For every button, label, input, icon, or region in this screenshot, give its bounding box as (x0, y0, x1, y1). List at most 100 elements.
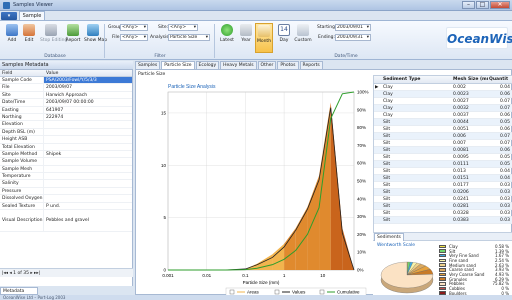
tab-reports[interactable]: Reports (299, 61, 323, 69)
table-row[interactable]: Silt 0.007 0.07 (374, 140, 512, 147)
maximize-button[interactable]: □ (476, 1, 489, 9)
metadata-value[interactable]: Harwich Approach (44, 92, 132, 98)
metadata-row[interactable]: Salinity (0, 180, 132, 188)
group-filter-select[interactable]: <Any> (120, 24, 148, 31)
metadata-row[interactable]: Site Harwich Approach (0, 91, 132, 100)
metadata-value[interactable] (44, 144, 132, 150)
metadata-value[interactable] (44, 188, 132, 194)
tab-samples[interactable]: Samples (135, 61, 161, 69)
value-column-header: Value (46, 71, 59, 76)
metadata-value[interactable]: P und. (44, 203, 132, 209)
metadata-value[interactable]: PSA/2003/Fowl/Y/5/3/3 (44, 77, 132, 84)
table-row[interactable]: Silt 0.013 0.04 (374, 168, 512, 175)
table-row[interactable]: Silt 0.0151 0.04 (374, 175, 512, 182)
table-row[interactable]: Silt 0.0081 0.06 (374, 147, 512, 154)
sediment-type-cell: Clay (383, 106, 393, 111)
day-button[interactable]: 14 Day (275, 24, 293, 43)
legend-swatch (439, 258, 446, 263)
metadata-row[interactable]: Depth BSL (m) (0, 128, 132, 137)
table-row[interactable]: Silt 0.0206 0.03 (374, 189, 512, 196)
legend-checkbox[interactable] (319, 289, 325, 295)
show-map-button[interactable]: Show Map (84, 24, 107, 43)
table-row[interactable]: Clay 0.0027 0.07 (374, 98, 512, 105)
table-row[interactable]: Silt 0.0095 0.05 (374, 154, 512, 161)
metadata-row[interactable]: Sealed Texture P und. (0, 202, 132, 211)
metadata-row[interactable]: Height ASB (0, 136, 132, 144)
legend-checkbox[interactable] (274, 289, 280, 295)
table-row[interactable]: ▶ Clay 0.002 0.04 (374, 84, 512, 91)
mesh-size-cell: 0.0037 (453, 113, 469, 118)
metadata-value[interactable] (44, 166, 132, 172)
table-row[interactable]: Clay 0.0032 0.07 (374, 105, 512, 112)
metadata-value[interactable] (44, 158, 132, 164)
minimize-button[interactable]: – (462, 1, 475, 9)
metadata-value[interactable]: Shipek (44, 151, 132, 157)
metadata-value[interactable]: Pebbles and gravel (44, 210, 132, 231)
metadata-value[interactable] (44, 195, 132, 201)
metadata-row[interactable]: Sample Method Shipek (0, 150, 132, 159)
metadata-row[interactable]: Elevation (0, 121, 132, 129)
table-row[interactable]: Clay 0.0023 0.06 (374, 91, 512, 98)
mesh-size-cell: 0.0051 (453, 127, 469, 132)
metadata-row[interactable]: Date/Time 2003/09/07 00:00:00 (0, 99, 132, 107)
table-row[interactable]: Silt 0.0044 0.05 (374, 119, 512, 126)
latest-button[interactable]: Latest (218, 24, 236, 43)
table-row[interactable]: Silt 0.0051 0.06 (374, 126, 512, 133)
x-tick-label: 0.01 (202, 273, 211, 278)
sediment-type-cell: Silt (383, 204, 391, 209)
file-filter-select[interactable]: <Any> (120, 34, 148, 41)
metadata-row[interactable]: Dissolved Oxygen (0, 195, 132, 203)
add-button[interactable]: Add (3, 24, 21, 43)
report-button[interactable]: Report (64, 24, 82, 43)
edit-button[interactable]: Edit (20, 24, 38, 43)
metadata-value[interactable] (44, 173, 132, 179)
tab-particle-size[interactable]: Particle Size (161, 61, 195, 69)
metadata-row[interactable]: File 2003/09/07 (0, 84, 132, 92)
table-row[interactable]: Clay 0.0037 0.06 (374, 112, 512, 119)
close-button[interactable]: ✕ (490, 1, 510, 9)
metadata-value[interactable]: 2003/09/07 (44, 84, 132, 90)
metadata-value[interactable] (44, 121, 132, 127)
file-menu-button[interactable]: ▾ (1, 12, 17, 20)
month-button[interactable]: Month (255, 23, 273, 53)
stop-editing-button[interactable]: Stop Editing (40, 24, 67, 43)
legend-checkbox[interactable] (229, 289, 235, 295)
metadata-row[interactable]: Visual Description Pebbles and gravel (0, 210, 132, 233)
metadata-row[interactable]: Sample Volume (0, 158, 132, 166)
tab-ecology[interactable]: Ecology (195, 61, 220, 69)
tab-metadata[interactable]: Metadata (0, 287, 38, 295)
record-navigator[interactable]: |◂◂ ◂ 1 of 35 ▸ ▸▸| (0, 268, 133, 277)
metadata-value[interactable]: 641907 (44, 107, 132, 113)
metadata-value[interactable] (44, 136, 132, 142)
table-row[interactable]: Silt 0.0328 0.03 (374, 210, 512, 217)
analysis-filter-select[interactable]: Particle Size (168, 34, 210, 41)
metadata-value[interactable]: 2003/09/07 00:00:00 (44, 99, 132, 105)
y2-tick-label: 70% (357, 143, 366, 148)
site-filter-select[interactable]: <Any> (168, 24, 198, 31)
metadata-value[interactable]: 222974 (44, 114, 132, 120)
mesh-size-cell: 0.0241 (453, 197, 469, 202)
table-row[interactable]: Silt 0.006 0.07 (374, 133, 512, 140)
custom-button[interactable]: Custom (294, 24, 312, 43)
tab-other[interactable]: Other (257, 61, 277, 69)
year-button[interactable]: Year (237, 24, 255, 43)
metadata-row[interactable]: Sample Mesh (0, 165, 132, 174)
metadata-value[interactable] (44, 180, 132, 186)
table-row[interactable]: Silt 0.0281 0.03 (374, 203, 512, 210)
table-row[interactable]: Silt 0.0177 0.03 (374, 182, 512, 189)
tab-heavy-metals[interactable]: Heavy Metals (220, 61, 257, 69)
metadata-row[interactable]: Easting 641907 (0, 106, 132, 114)
ending-date-field[interactable]: 2003/09/31 (335, 34, 371, 41)
tab-photos[interactable]: Photos (277, 61, 299, 69)
metadata-row[interactable]: Total Elevation (0, 143, 132, 151)
metadata-row[interactable]: Sample Code PSA/2003/Fowl/Y/5/3/3 (0, 77, 132, 85)
table-row[interactable]: Silt 0.0241 0.03 (374, 196, 512, 203)
metadata-row[interactable]: Northing 222974 (0, 113, 132, 122)
metadata-row[interactable]: Pressure (0, 187, 132, 196)
metadata-value[interactable] (44, 129, 132, 135)
table-row[interactable]: Silt 0.0383 0.03 (374, 217, 512, 224)
tab-sample[interactable]: Sample (19, 11, 45, 20)
table-row[interactable]: Silt 0.0111 0.05 (374, 161, 512, 168)
starting-date-field[interactable]: 2003/09/01 (335, 24, 371, 31)
metadata-row[interactable]: Temperature (0, 173, 132, 181)
